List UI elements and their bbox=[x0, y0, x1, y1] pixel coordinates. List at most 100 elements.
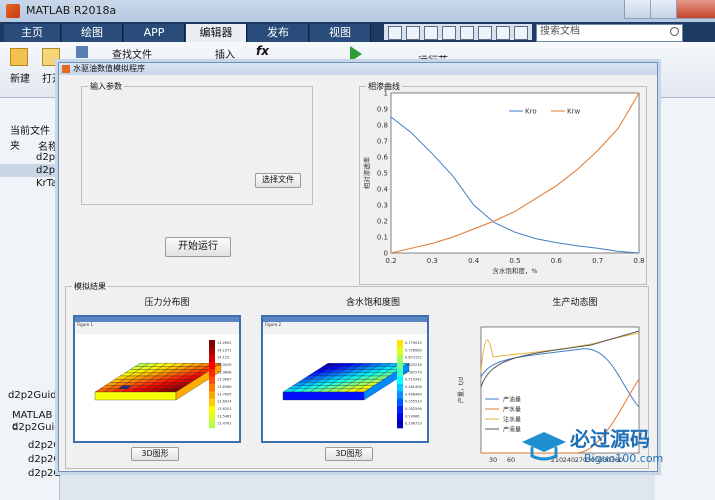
undo-icon[interactable] bbox=[460, 26, 474, 40]
colorbar-tick-label: 0.24966 bbox=[405, 414, 419, 418]
colorbar-tick-label: 0.408469 bbox=[405, 392, 422, 396]
simulation-figure-window: 水驱油数值模拟程序 输入参数 选择文件 开始运行 相渗曲线 0.2 0.3 0.4 0… bbox=[58, 62, 658, 472]
colorbar-segment bbox=[397, 354, 403, 363]
search-icon[interactable] bbox=[670, 27, 679, 36]
y-tick-label: 1 bbox=[384, 90, 388, 98]
redo-icon[interactable] bbox=[478, 26, 492, 40]
x-tick-label: 0.4 bbox=[468, 257, 480, 265]
tab-editor[interactable]: 编辑器 bbox=[186, 24, 247, 42]
legend-label: Krw bbox=[567, 108, 580, 116]
colorbar-segment bbox=[397, 384, 403, 392]
new-button[interactable]: 新建 bbox=[10, 70, 30, 85]
help-icon[interactable] bbox=[514, 26, 528, 40]
name-column-header[interactable]: 名称 bbox=[38, 138, 58, 153]
start-run-button[interactable]: 开始运行 bbox=[165, 237, 231, 257]
colorbar-tick-label: 13.5482 bbox=[217, 414, 231, 418]
relperm-chart: 0.2 0.3 0.4 0.5 0.6 0.7 0.8 0 0.1 0.2 0.3 0.4 0.5 0.6… bbox=[362, 90, 645, 276]
y-tick-label: 0.8 bbox=[377, 122, 388, 130]
pressure-3d-button[interactable]: 3D图形 bbox=[131, 447, 179, 461]
watermark-text: 必过源码 bbox=[569, 427, 650, 451]
input-params-legend: 输入参数 bbox=[90, 82, 122, 91]
colorbar-tick-label: 0.461406 bbox=[405, 385, 422, 389]
y-tick-label: 0.2 bbox=[377, 218, 388, 226]
y-tick-label: 0.3 bbox=[377, 202, 388, 210]
colorbar-tick-label: 13.7645 bbox=[217, 392, 231, 396]
y-axis-label: 产量，t/d bbox=[457, 377, 465, 403]
saturation-map-title: 含水饱和度图 bbox=[345, 298, 400, 308]
shot-title: Figure 1 bbox=[75, 322, 239, 334]
saturation-3d-grid: 0.779025 0.726089 0.673152 0.620216 0.567279… bbox=[282, 340, 422, 429]
current-folder-panel: 当前文件夹 名称 d2p2 d2p2 KrTab d2p2Guide MATLA… bbox=[0, 98, 67, 500]
colorbar-tick-label: 14.1971 bbox=[217, 348, 231, 352]
save-icon[interactable] bbox=[388, 26, 402, 40]
colorbar-tick-label: 0.302596 bbox=[405, 407, 422, 411]
file-item[interactable]: d2p2G bbox=[28, 454, 61, 465]
legend-label: 产油量 bbox=[503, 396, 521, 404]
save-icon[interactable] bbox=[76, 46, 88, 58]
quick-access-toolbar bbox=[384, 24, 532, 40]
search-placeholder: 搜索文档 bbox=[540, 26, 580, 37]
file-item[interactable]: d2p2G bbox=[28, 468, 61, 479]
watermark: 必过源码 Biguo100.com bbox=[518, 420, 698, 468]
y-tick-label: 0.7 bbox=[377, 138, 388, 146]
x-axis-label: 含水饱和度，% bbox=[492, 266, 537, 275]
x-tick-label: 0.7 bbox=[592, 257, 603, 265]
plot-area bbox=[390, 92, 640, 254]
paste-icon[interactable] bbox=[442, 26, 456, 40]
matlab-title-bar: MATLAB R2018a bbox=[0, 0, 715, 22]
maximize-button[interactable] bbox=[650, 0, 678, 19]
figure-icon bbox=[62, 65, 70, 73]
colorbar-tick-label: 0.779025 bbox=[405, 341, 422, 345]
colorbar-segment bbox=[209, 420, 215, 429]
colorbar-segment bbox=[397, 391, 403, 399]
colorbar-tick-label: 0.514342 bbox=[405, 378, 422, 382]
x-tick-label: 0.5 bbox=[509, 257, 520, 265]
colorbar-tick-label: 13.6203 bbox=[217, 407, 231, 411]
saturation-3d-button[interactable]: 3D图形 bbox=[325, 447, 373, 461]
tab-plots[interactable]: 绘图 bbox=[62, 24, 123, 42]
shot-title: Figure 2 bbox=[263, 322, 427, 334]
x-tick-label: 0.8 bbox=[633, 257, 644, 265]
colorbar-tick-label: 0.620216 bbox=[405, 363, 422, 367]
tab-view[interactable]: 视图 bbox=[310, 24, 371, 42]
tab-apps[interactable]: APP bbox=[124, 24, 185, 42]
x-tick-label: 0.2 bbox=[385, 257, 396, 265]
find-files-button[interactable]: 查找文件 bbox=[112, 46, 152, 61]
search-documentation-input[interactable]: 搜索文档 bbox=[536, 24, 683, 42]
legend-label: 产水量 bbox=[503, 406, 521, 414]
cut-icon[interactable] bbox=[406, 26, 420, 40]
colorbar-segment bbox=[397, 398, 403, 407]
details-title: d2p2Guide bbox=[8, 390, 63, 401]
matlab-logo-icon bbox=[6, 4, 20, 18]
x-tick-label: 0.6 bbox=[551, 257, 563, 265]
x-tick-label: 60 bbox=[507, 456, 515, 464]
minimize-button[interactable] bbox=[624, 0, 652, 19]
select-file-button[interactable]: 选择文件 bbox=[255, 173, 301, 188]
run-icon[interactable] bbox=[350, 46, 362, 62]
tab-home[interactable]: 主页 bbox=[4, 24, 61, 42]
colorbar-segment bbox=[397, 347, 403, 355]
tab-publish[interactable]: 发布 bbox=[248, 24, 309, 42]
copy-icon[interactable] bbox=[424, 26, 438, 40]
colorbar-tick-label: 0.196723 bbox=[405, 422, 422, 426]
colorbar-tick-label: 14.0529 bbox=[217, 363, 231, 367]
new-icon[interactable] bbox=[10, 48, 28, 66]
colorbar-segment bbox=[209, 347, 215, 355]
fx-button[interactable]: fx bbox=[256, 44, 269, 58]
colorbar-segment bbox=[209, 340, 215, 348]
colorbar-tick-label: 13.9808 bbox=[217, 370, 231, 374]
colorbar-segment bbox=[209, 354, 215, 363]
colorbar-tick-label: 0.355533 bbox=[405, 400, 422, 404]
y-tick-label: 0 bbox=[384, 250, 388, 258]
close-button[interactable] bbox=[676, 0, 715, 19]
insert-button[interactable]: 插入 bbox=[215, 46, 235, 61]
switch-windows-icon[interactable] bbox=[496, 26, 510, 40]
y-tick-label: 0.5 bbox=[377, 170, 388, 178]
colorbar-segment bbox=[397, 420, 403, 429]
x-tick-label: 30 bbox=[489, 456, 497, 464]
file-item[interactable]: d2p2G bbox=[28, 440, 61, 451]
colorbar-segment bbox=[397, 362, 403, 370]
legend-label: Kro bbox=[525, 108, 537, 116]
colorbar-tick-label: 0.673152 bbox=[405, 356, 422, 360]
colorbar-segment bbox=[209, 376, 215, 385]
